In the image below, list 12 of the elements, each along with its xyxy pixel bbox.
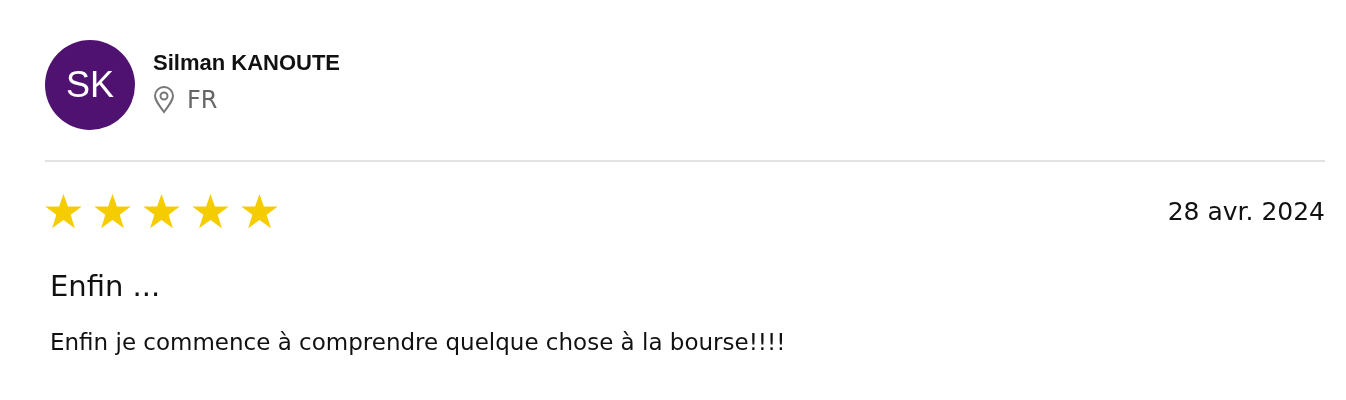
star-icon xyxy=(94,194,131,229)
star-icon xyxy=(192,194,229,229)
avatar: SK xyxy=(45,40,135,130)
review-title: Enfin ... xyxy=(50,269,162,303)
star-icon xyxy=(143,194,180,229)
location-pin-icon xyxy=(153,86,175,114)
reviewer-name: Silman KANOUTE xyxy=(153,50,341,76)
review-date: 28 avr. 2024 xyxy=(1167,197,1325,226)
star-icon xyxy=(241,194,278,229)
review-text: Enfin je commence à comprendre quelque chose à la bourse!!!! xyxy=(50,329,787,355)
star-icon xyxy=(45,194,82,229)
country-code: FR xyxy=(187,86,218,114)
